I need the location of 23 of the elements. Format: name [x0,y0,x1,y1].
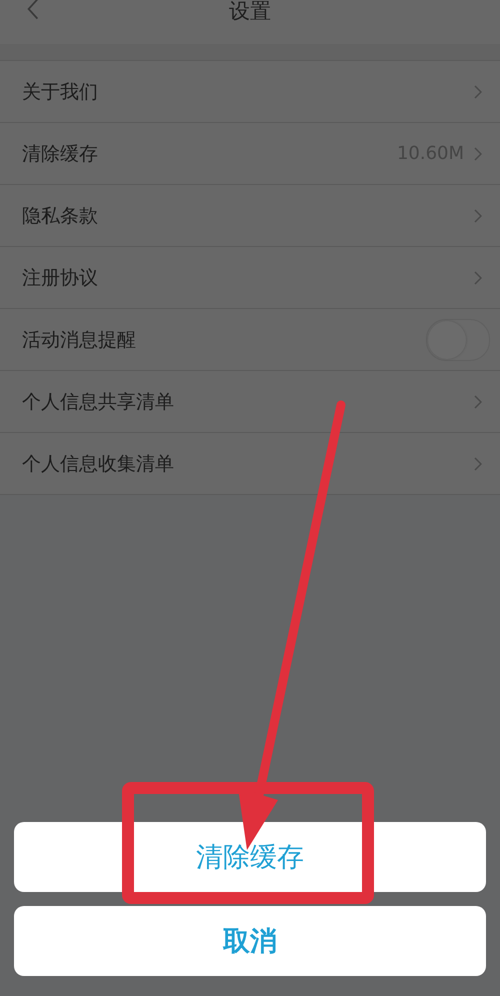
settings-row[interactable]: 注册协议 [0,247,500,309]
cancel-button[interactable]: 取消 [14,906,486,976]
setting-label: 关于我们 [22,80,98,104]
back-icon[interactable] [26,0,40,22]
setting-label: 活动消息提醒 [22,328,136,352]
chevron-right-icon [474,456,482,470]
setting-label: 隐私条款 [22,204,98,228]
settings-row[interactable]: 活动消息提醒 [0,309,500,371]
chevron-right-icon [474,146,482,160]
settings-row[interactable]: 个人信息收集清单 [0,433,500,495]
setting-label: 清除缓存 [22,142,98,166]
page-title: 设置 [229,0,271,24]
settings-row[interactable]: 关于我们 [0,61,500,123]
chevron-right-icon [474,270,482,284]
chevron-right-icon [474,208,482,222]
settings-row[interactable]: 隐私条款 [0,185,500,247]
setting-label: 个人信息收集清单 [22,452,174,476]
setting-label: 注册协议 [22,266,98,290]
setting-label: 个人信息共享清单 [22,390,174,414]
chevron-right-icon [474,84,482,98]
clear-cache-button[interactable]: 清除缓存 [14,822,486,892]
chevron-right-icon [474,394,482,408]
settings-row[interactable]: 个人信息共享清单 [0,371,500,433]
